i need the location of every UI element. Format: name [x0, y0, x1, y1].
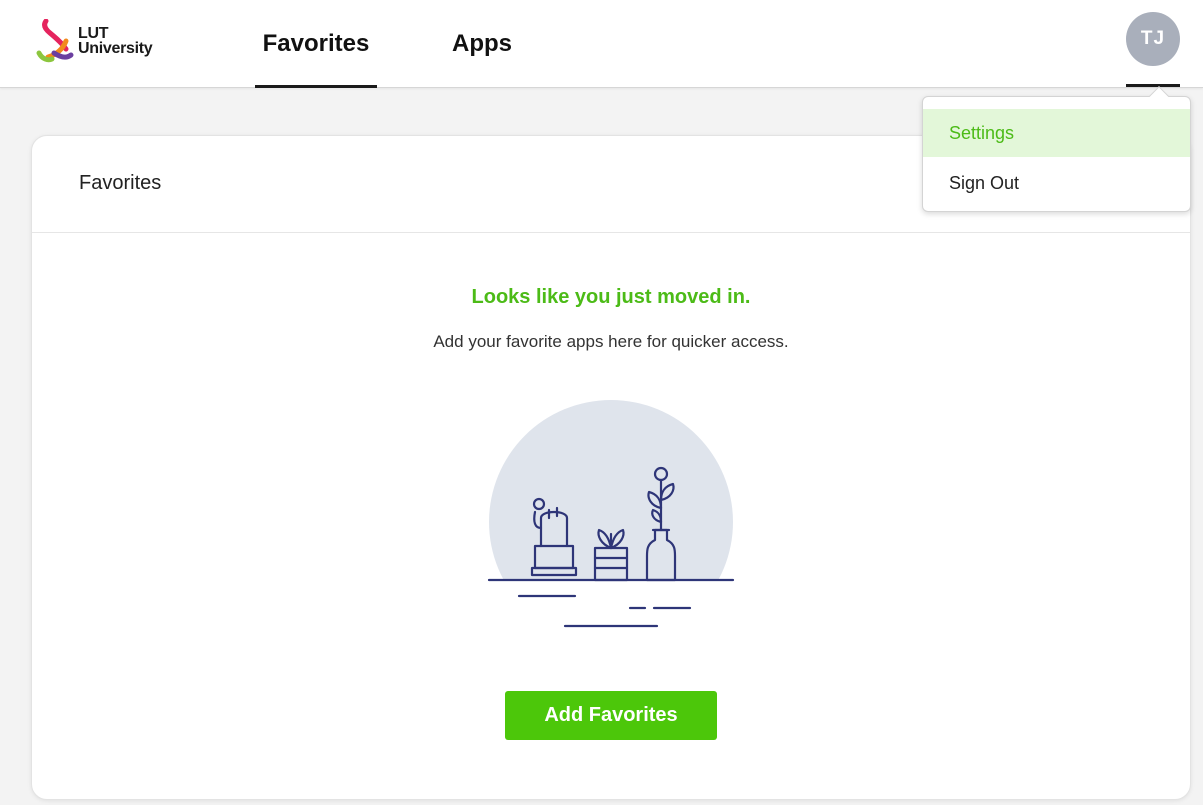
avatar-active-indicator	[1126, 84, 1180, 87]
logo-line-1: LUT	[78, 25, 109, 42]
empty-state-title: Looks like you just moved in.	[471, 286, 751, 308]
menu-item-sign-out[interactable]: Sign Out	[923, 159, 1190, 207]
card-title: Favorites	[79, 172, 162, 194]
logo-line-2: University	[78, 40, 153, 57]
lut-university-logo[interactable]: LUT University	[36, 16, 186, 66]
avatar-initials: TJ	[1140, 28, 1166, 49]
plants-illustration-icon	[487, 400, 737, 638]
tab-favorites-label: Favorites	[262, 30, 370, 57]
top-navigation-bar: LUT University Favorites Apps TJ	[0, 0, 1203, 88]
add-favorites-button[interactable]: Add Favorites	[505, 691, 717, 740]
illustration-background-circle	[487, 400, 737, 638]
lut-logo-icon	[36, 19, 74, 63]
user-avatar[interactable]: TJ	[1126, 12, 1180, 66]
empty-state-subtitle: Add your favorite apps here for quicker …	[433, 332, 789, 351]
logo-text: LUT University	[78, 25, 153, 57]
menu-item-settings[interactable]: Settings	[923, 109, 1190, 157]
favorites-card: Favorites Looks like you just moved in. …	[31, 135, 1191, 800]
menu-item-sign-out-label: Sign Out	[949, 172, 1020, 193]
tab-favorites[interactable]: Favorites	[255, 0, 377, 88]
user-dropdown-menu: Settings Sign Out	[922, 96, 1191, 212]
menu-item-settings-label: Settings	[949, 122, 1015, 143]
tab-apps[interactable]: Apps	[445, 0, 519, 88]
tab-apps-label: Apps	[452, 30, 512, 57]
